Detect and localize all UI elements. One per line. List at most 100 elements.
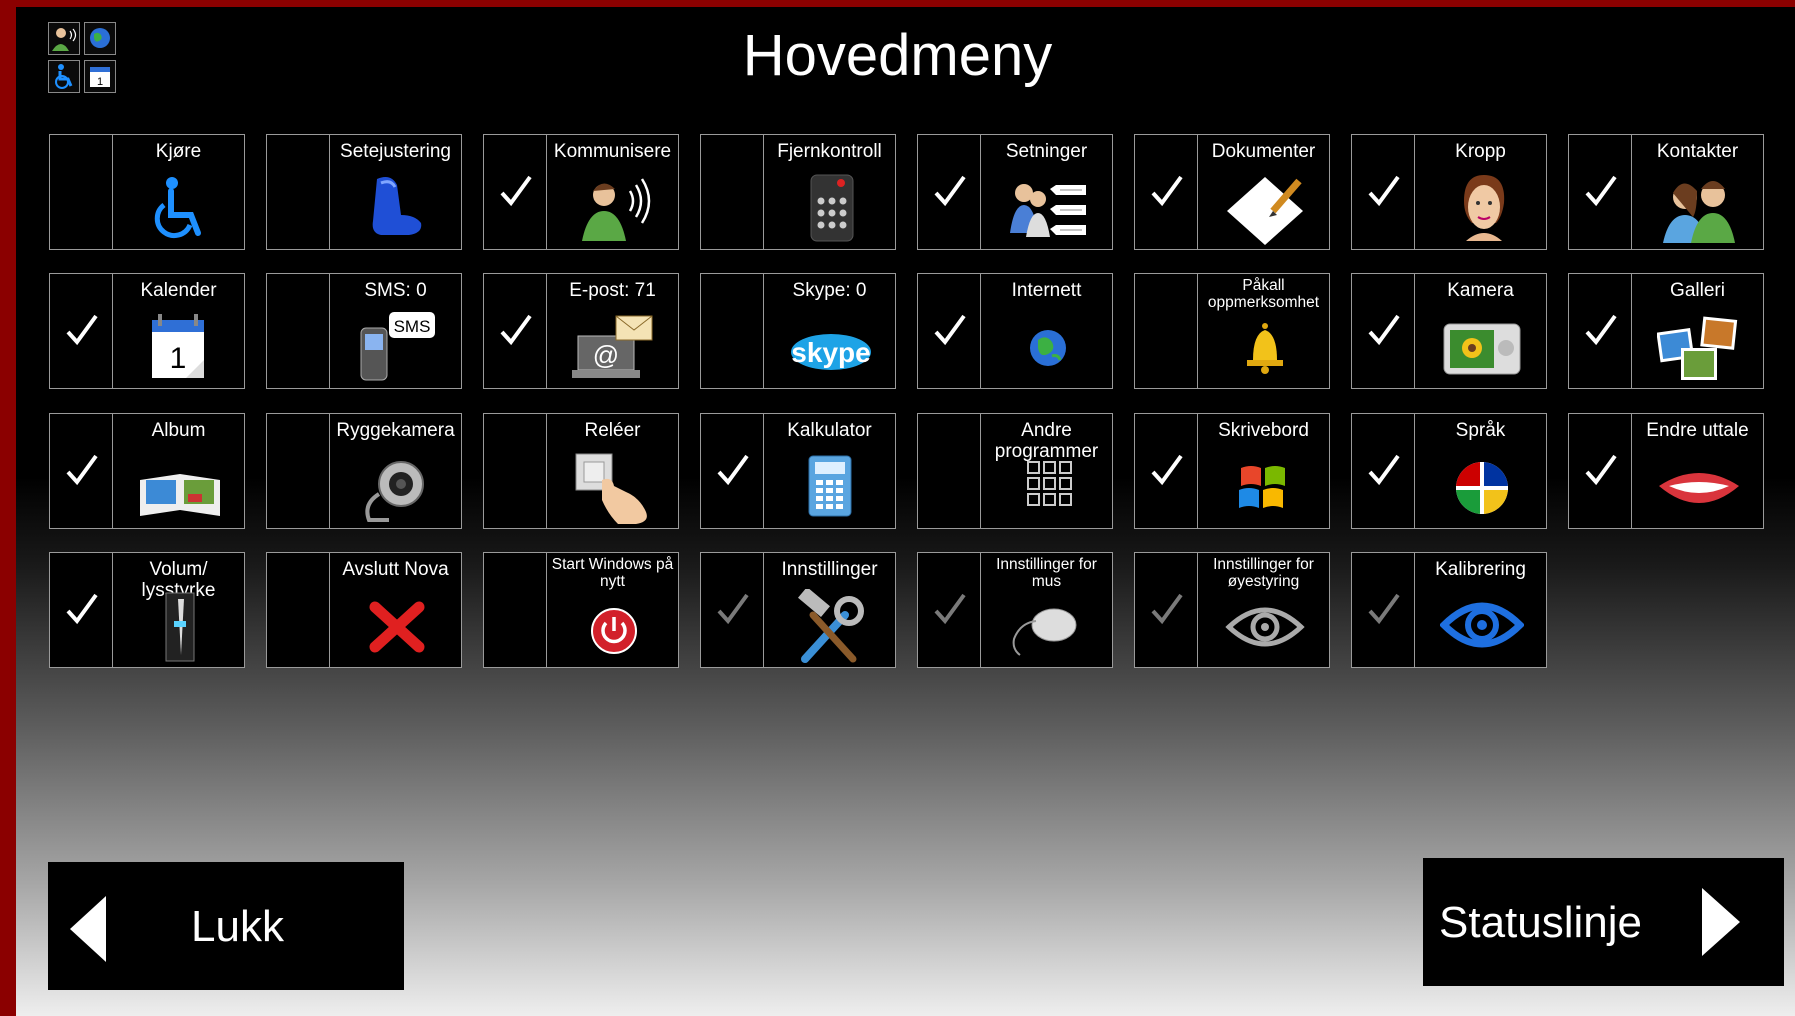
tile-checkbox[interactable] (918, 414, 981, 528)
tile-checkbox[interactable] (918, 274, 981, 388)
tile-label: Innstillinger for øyestyring (1213, 556, 1314, 590)
menu-tile-innstillinger[interactable]: Innstillinger (700, 552, 896, 668)
tile-checkbox[interactable] (701, 274, 764, 388)
tile-checkbox[interactable] (1135, 414, 1198, 528)
tile-button[interactable]: Fjernkontroll (764, 135, 895, 249)
tile-button[interactable]: Album (113, 414, 244, 528)
status-bar-button[interactable]: Statuslinje (1423, 858, 1784, 986)
menu-tile-album[interactable]: Album (49, 413, 245, 529)
tile-checkbox[interactable] (484, 553, 547, 667)
tile-button[interactable]: Kalender 1 (113, 274, 244, 388)
checkmark-icon (1585, 175, 1617, 207)
menu-tile-spra-k[interactable]: Språk (1351, 413, 1547, 529)
tile-checkbox[interactable] (1352, 135, 1415, 249)
tile-button[interactable]: Reléer (547, 414, 678, 528)
tile-button[interactable]: Kamera (1415, 274, 1546, 388)
tile-button[interactable]: Innstillinger for øyestyring (1198, 553, 1329, 667)
tile-checkbox[interactable] (267, 553, 330, 667)
tile-checkbox[interactable] (1135, 135, 1198, 249)
tile-button[interactable]: Skrivebord (1198, 414, 1329, 528)
tile-checkbox[interactable] (701, 553, 764, 667)
tile-button[interactable]: E-post: 71 @ (547, 274, 678, 388)
tile-button[interactable]: Volum/ lysstyrke (113, 553, 244, 667)
tile-checkbox[interactable] (267, 135, 330, 249)
menu-tile-innstillinger-for-yestyring[interactable]: Innstillinger for øyestyring (1134, 552, 1330, 668)
menu-tile-andre-programmer[interactable]: Andre programmer (917, 413, 1113, 529)
menu-tile-ryggekamera[interactable]: Ryggekamera (266, 413, 462, 529)
tile-checkbox[interactable] (1135, 553, 1198, 667)
menu-tile-avslutt-nova[interactable]: Avslutt Nova (266, 552, 462, 668)
menu-tile-kropp[interactable]: Kropp (1351, 134, 1547, 250)
tile-button[interactable]: Skype: 0 skype (764, 274, 895, 388)
menu-tile-kalender[interactable]: Kalender 1 (49, 273, 245, 389)
menu-tile-kj-re[interactable]: Kjøre (49, 134, 245, 250)
tile-checkbox[interactable] (50, 274, 113, 388)
tile-button[interactable]: Setninger (981, 135, 1112, 249)
menu-tile-skype-0[interactable]: Skype: 0 skype (700, 273, 896, 389)
tile-checkbox[interactable] (484, 135, 547, 249)
menu-tile-kommunisere[interactable]: Kommunisere (483, 134, 679, 250)
tile-button[interactable]: SMS: 0 SMS (330, 274, 461, 388)
menu-tile-endre-uttale[interactable]: Endre uttale (1568, 413, 1764, 529)
close-button[interactable]: Lukk (48, 862, 404, 990)
tile-checkbox[interactable] (918, 135, 981, 249)
menu-tile-rele-er[interactable]: Reléer (483, 413, 679, 529)
tile-button[interactable]: Påkall oppmerksomhet (1198, 274, 1329, 388)
tile-button[interactable]: Ryggekamera (330, 414, 461, 528)
tile-button[interactable]: Start Windows på nytt (547, 553, 678, 667)
tile-checkbox[interactable] (701, 135, 764, 249)
tile-checkbox[interactable] (1569, 135, 1632, 249)
tile-checkbox[interactable] (267, 414, 330, 528)
tile-button[interactable]: Kalkulator (764, 414, 895, 528)
tile-checkbox[interactable] (267, 274, 330, 388)
menu-tile-pa-kall-oppmerksomhet[interactable]: Påkall oppmerksomhet (1134, 273, 1330, 389)
menu-tile-innstillinger-for-mus[interactable]: Innstillinger for mus (917, 552, 1113, 668)
tile-button[interactable]: Kontakter (1632, 135, 1763, 249)
tile-button[interactable]: Endre uttale (1632, 414, 1763, 528)
tile-checkbox[interactable] (1352, 274, 1415, 388)
tile-button[interactable]: Språk (1415, 414, 1546, 528)
tile-button[interactable]: Galleri (1632, 274, 1763, 388)
tile-checkbox[interactable] (484, 414, 547, 528)
tile-checkbox[interactable] (50, 414, 113, 528)
tile-button[interactable]: Dokumenter (1198, 135, 1329, 249)
tile-checkbox[interactable] (1135, 274, 1198, 388)
menu-tile-setninger[interactable]: Setninger (917, 134, 1113, 250)
menu-tile-kontakter[interactable]: Kontakter (1568, 134, 1764, 250)
tile-label: Ryggekamera (336, 420, 455, 441)
close-button-label: Lukk (191, 902, 284, 951)
tile-button[interactable]: Kalibrering (1415, 553, 1546, 667)
menu-tile-internett[interactable]: Internett (917, 273, 1113, 389)
tile-checkbox[interactable] (918, 553, 981, 667)
tile-checkbox[interactable] (701, 414, 764, 528)
tile-button[interactable]: Internett (981, 274, 1112, 388)
menu-tile-kamera[interactable]: Kamera (1351, 273, 1547, 389)
arrow-left-icon (70, 896, 106, 962)
tile-checkbox[interactable] (484, 274, 547, 388)
tile-button[interactable]: Kjøre (113, 135, 244, 249)
menu-tile-kalkulator[interactable]: Kalkulator (700, 413, 896, 529)
tile-button[interactable]: Andre programmer (981, 414, 1112, 528)
menu-tile-galleri[interactable]: Galleri (1568, 273, 1764, 389)
menu-tile-sms-0[interactable]: SMS: 0 SMS (266, 273, 462, 389)
tile-button[interactable]: Setejustering (330, 135, 461, 249)
tile-checkbox[interactable] (1569, 274, 1632, 388)
tile-button[interactable]: Kommunisere (547, 135, 678, 249)
tile-button[interactable]: Innstillinger for mus (981, 553, 1112, 667)
menu-tile-e-post-71[interactable]: E-post: 71 @ (483, 273, 679, 389)
menu-tile-skrivebord[interactable]: Skrivebord (1134, 413, 1330, 529)
tile-checkbox[interactable] (1352, 553, 1415, 667)
menu-tile-volum-lysstyrke[interactable]: Volum/ lysstyrke (49, 552, 245, 668)
tile-checkbox[interactable] (50, 135, 113, 249)
menu-tile-setejustering[interactable]: Setejustering (266, 134, 462, 250)
tile-checkbox[interactable] (1569, 414, 1632, 528)
tile-button[interactable]: Kropp (1415, 135, 1546, 249)
tile-checkbox[interactable] (1352, 414, 1415, 528)
menu-tile-kalibrering[interactable]: Kalibrering (1351, 552, 1547, 668)
menu-tile-start-windows-pa-nytt[interactable]: Start Windows på nytt (483, 552, 679, 668)
menu-tile-dokumenter[interactable]: Dokumenter (1134, 134, 1330, 250)
menu-tile-fjernkontroll[interactable]: Fjernkontroll (700, 134, 896, 250)
tile-button[interactable]: Avslutt Nova (330, 553, 461, 667)
tile-button[interactable]: Innstillinger (764, 553, 895, 667)
tile-checkbox[interactable] (50, 553, 113, 667)
